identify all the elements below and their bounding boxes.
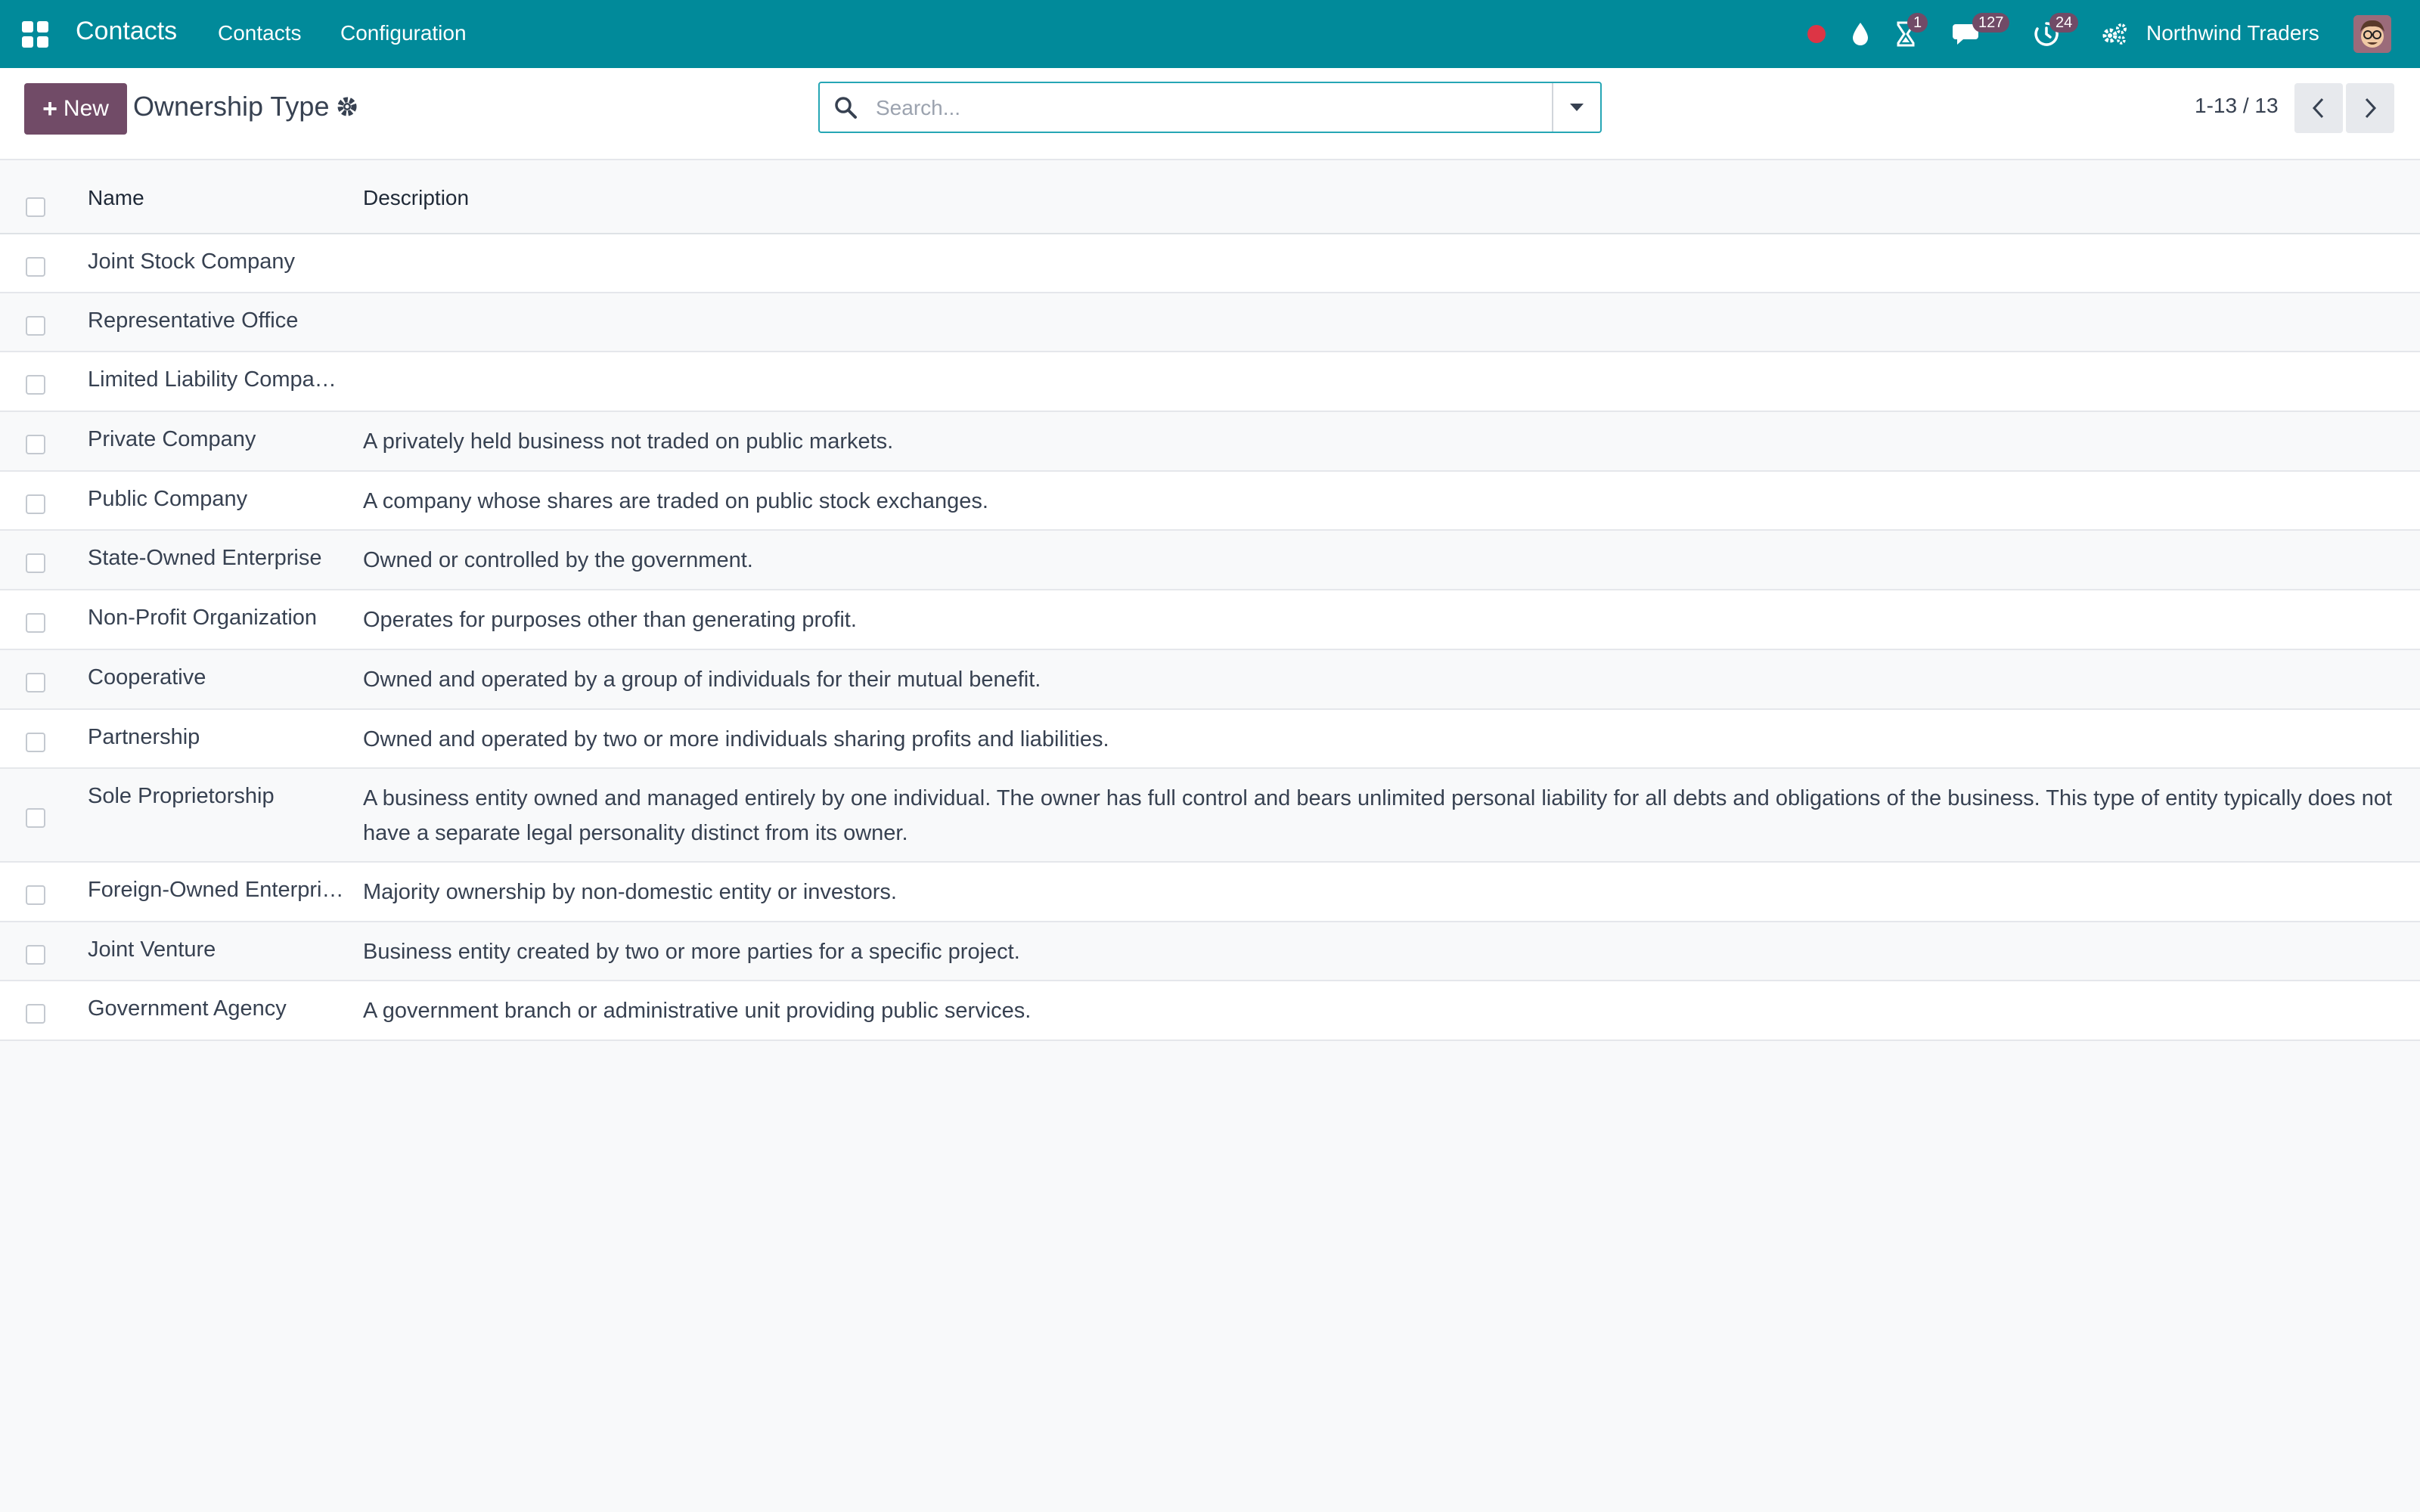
- table-row[interactable]: Joint Venture Business entity created by…: [0, 922, 2420, 981]
- table-row[interactable]: Foreign-Owned Enterprise Majority owners…: [0, 863, 2420, 922]
- cell-description: Owned or controlled by the government.: [363, 548, 753, 572]
- list-header: Name Description: [0, 160, 2420, 234]
- drop-icon[interactable]: [1845, 19, 1876, 49]
- app-brand[interactable]: Contacts: [76, 17, 177, 46]
- table-row[interactable]: Representative Office: [0, 293, 2420, 352]
- table-row[interactable]: Cooperative Owned and operated by a grou…: [0, 650, 2420, 710]
- activities-badge: 1: [1907, 13, 1928, 33]
- row-checkbox[interactable]: [26, 257, 45, 277]
- activities-hourglass-icon[interactable]: 1: [1891, 13, 1928, 49]
- settings-gears-icon[interactable]: [2099, 19, 2130, 49]
- search-input[interactable]: [874, 89, 1573, 127]
- row-checkbox[interactable]: [26, 808, 45, 828]
- new-button-label: New: [63, 96, 109, 121]
- table-row[interactable]: State-Owned Enterprise Owned or controll…: [0, 531, 2420, 590]
- cell-name: Representative Office: [88, 308, 299, 333]
- cell-name: Joint Stock Company: [88, 249, 296, 274]
- cell-description: A business entity owned and managed enti…: [363, 786, 2393, 845]
- caret-down-icon: [1570, 104, 1584, 111]
- cell-description: Business entity created by two or more p…: [363, 940, 1020, 964]
- search-options-toggle[interactable]: [1552, 83, 1600, 132]
- table-row[interactable]: Limited Liability Compa…: [0, 352, 2420, 412]
- messages-badge: 127: [1972, 13, 2010, 33]
- messages-chat-icon[interactable]: 127: [1951, 13, 2010, 49]
- page-title: Ownership Type: [133, 91, 330, 122]
- table-row[interactable]: Sole Proprietorship A business entity ow…: [0, 769, 2420, 863]
- pager-value[interactable]: 1-13 / 13: [2195, 94, 2279, 118]
- timer-badge: 24: [2049, 13, 2079, 33]
- table-row[interactable]: Joint Stock Company: [0, 234, 2420, 293]
- row-checkbox[interactable]: [26, 494, 45, 514]
- row-checkbox[interactable]: [26, 733, 45, 752]
- cell-name: Joint Venture: [88, 937, 216, 962]
- cell-description: Majority ownership by non-domestic entit…: [363, 880, 897, 904]
- plus-icon: +: [42, 94, 57, 123]
- pager-next-button[interactable]: [2346, 83, 2394, 133]
- table-row[interactable]: Non-Profit Organization Operates for pur…: [0, 590, 2420, 650]
- cell-description: A privately held business not traded on …: [363, 429, 894, 454]
- row-checkbox[interactable]: [26, 1004, 45, 1024]
- table-row[interactable]: Government Agency A government branch or…: [0, 981, 2420, 1041]
- cell-description: Owned and operated by a group of individ…: [363, 668, 1041, 692]
- actions-gear-icon[interactable]: [336, 95, 360, 119]
- pager-previous-button[interactable]: [2294, 83, 2343, 133]
- company-switcher[interactable]: Northwind Traders: [2146, 21, 2319, 45]
- column-header-name[interactable]: Name: [88, 186, 144, 210]
- row-checkbox[interactable]: [26, 673, 45, 692]
- row-checkbox[interactable]: [26, 435, 45, 454]
- cell-description: A company whose shares are traded on pub…: [363, 489, 988, 513]
- cell-description: A government branch or administrative un…: [363, 999, 1032, 1023]
- cell-name: Public Company: [88, 487, 248, 511]
- column-header-description[interactable]: Description: [363, 186, 469, 210]
- user-avatar[interactable]: [2353, 15, 2391, 53]
- row-checkbox[interactable]: [26, 553, 45, 573]
- row-checkbox[interactable]: [26, 885, 45, 905]
- cell-name: Government Agency: [88, 996, 287, 1021]
- apps-menu-icon[interactable]: [20, 19, 50, 49]
- menu-item-configuration[interactable]: Configuration: [340, 21, 467, 45]
- chevron-right-icon: [2365, 98, 2377, 119]
- table-row[interactable]: Public Company A company whose shares ar…: [0, 472, 2420, 531]
- cell-name: Non-Profit Organization: [88, 606, 318, 630]
- cell-name: Sole Proprietorship: [88, 784, 275, 808]
- select-all-checkbox[interactable]: [26, 197, 45, 217]
- row-checkbox[interactable]: [26, 613, 45, 633]
- cell-description: Operates for purposes other than generat…: [363, 608, 857, 632]
- chevron-left-icon: [2312, 98, 2324, 119]
- cell-name: State-Owned Enterprise: [88, 546, 322, 570]
- row-checkbox[interactable]: [26, 945, 45, 965]
- top-navbar: Contacts Contacts Configuration 1 127 24…: [0, 0, 2420, 68]
- cell-name: Foreign-Owned Enterprise: [88, 878, 345, 902]
- search-box: [818, 82, 1602, 133]
- cell-name: Limited Liability Compa…: [88, 367, 337, 392]
- cell-name: Cooperative: [88, 665, 206, 689]
- cell-name: Private Company: [88, 427, 256, 451]
- row-checkbox[interactable]: [26, 375, 45, 395]
- control-panel: + New Ownership Type 1-13 / 13: [0, 68, 2420, 160]
- row-checkbox[interactable]: [26, 316, 45, 336]
- menu-item-contacts[interactable]: Contacts: [218, 21, 302, 45]
- timer-clock-icon[interactable]: 24: [2031, 13, 2079, 49]
- table-row[interactable]: Private Company A privately held busines…: [0, 412, 2420, 472]
- ownership-type-list: Name Description Joint Stock Company Rep…: [0, 160, 2420, 1041]
- cell-description: Owned and operated by two or more indivi…: [363, 727, 1109, 751]
- new-button[interactable]: + New: [24, 83, 127, 135]
- table-row[interactable]: Partnership Owned and operated by two or…: [0, 710, 2420, 769]
- recording-indicator-icon[interactable]: [1803, 19, 1830, 49]
- cell-name: Partnership: [88, 725, 200, 749]
- search-icon: [833, 95, 859, 121]
